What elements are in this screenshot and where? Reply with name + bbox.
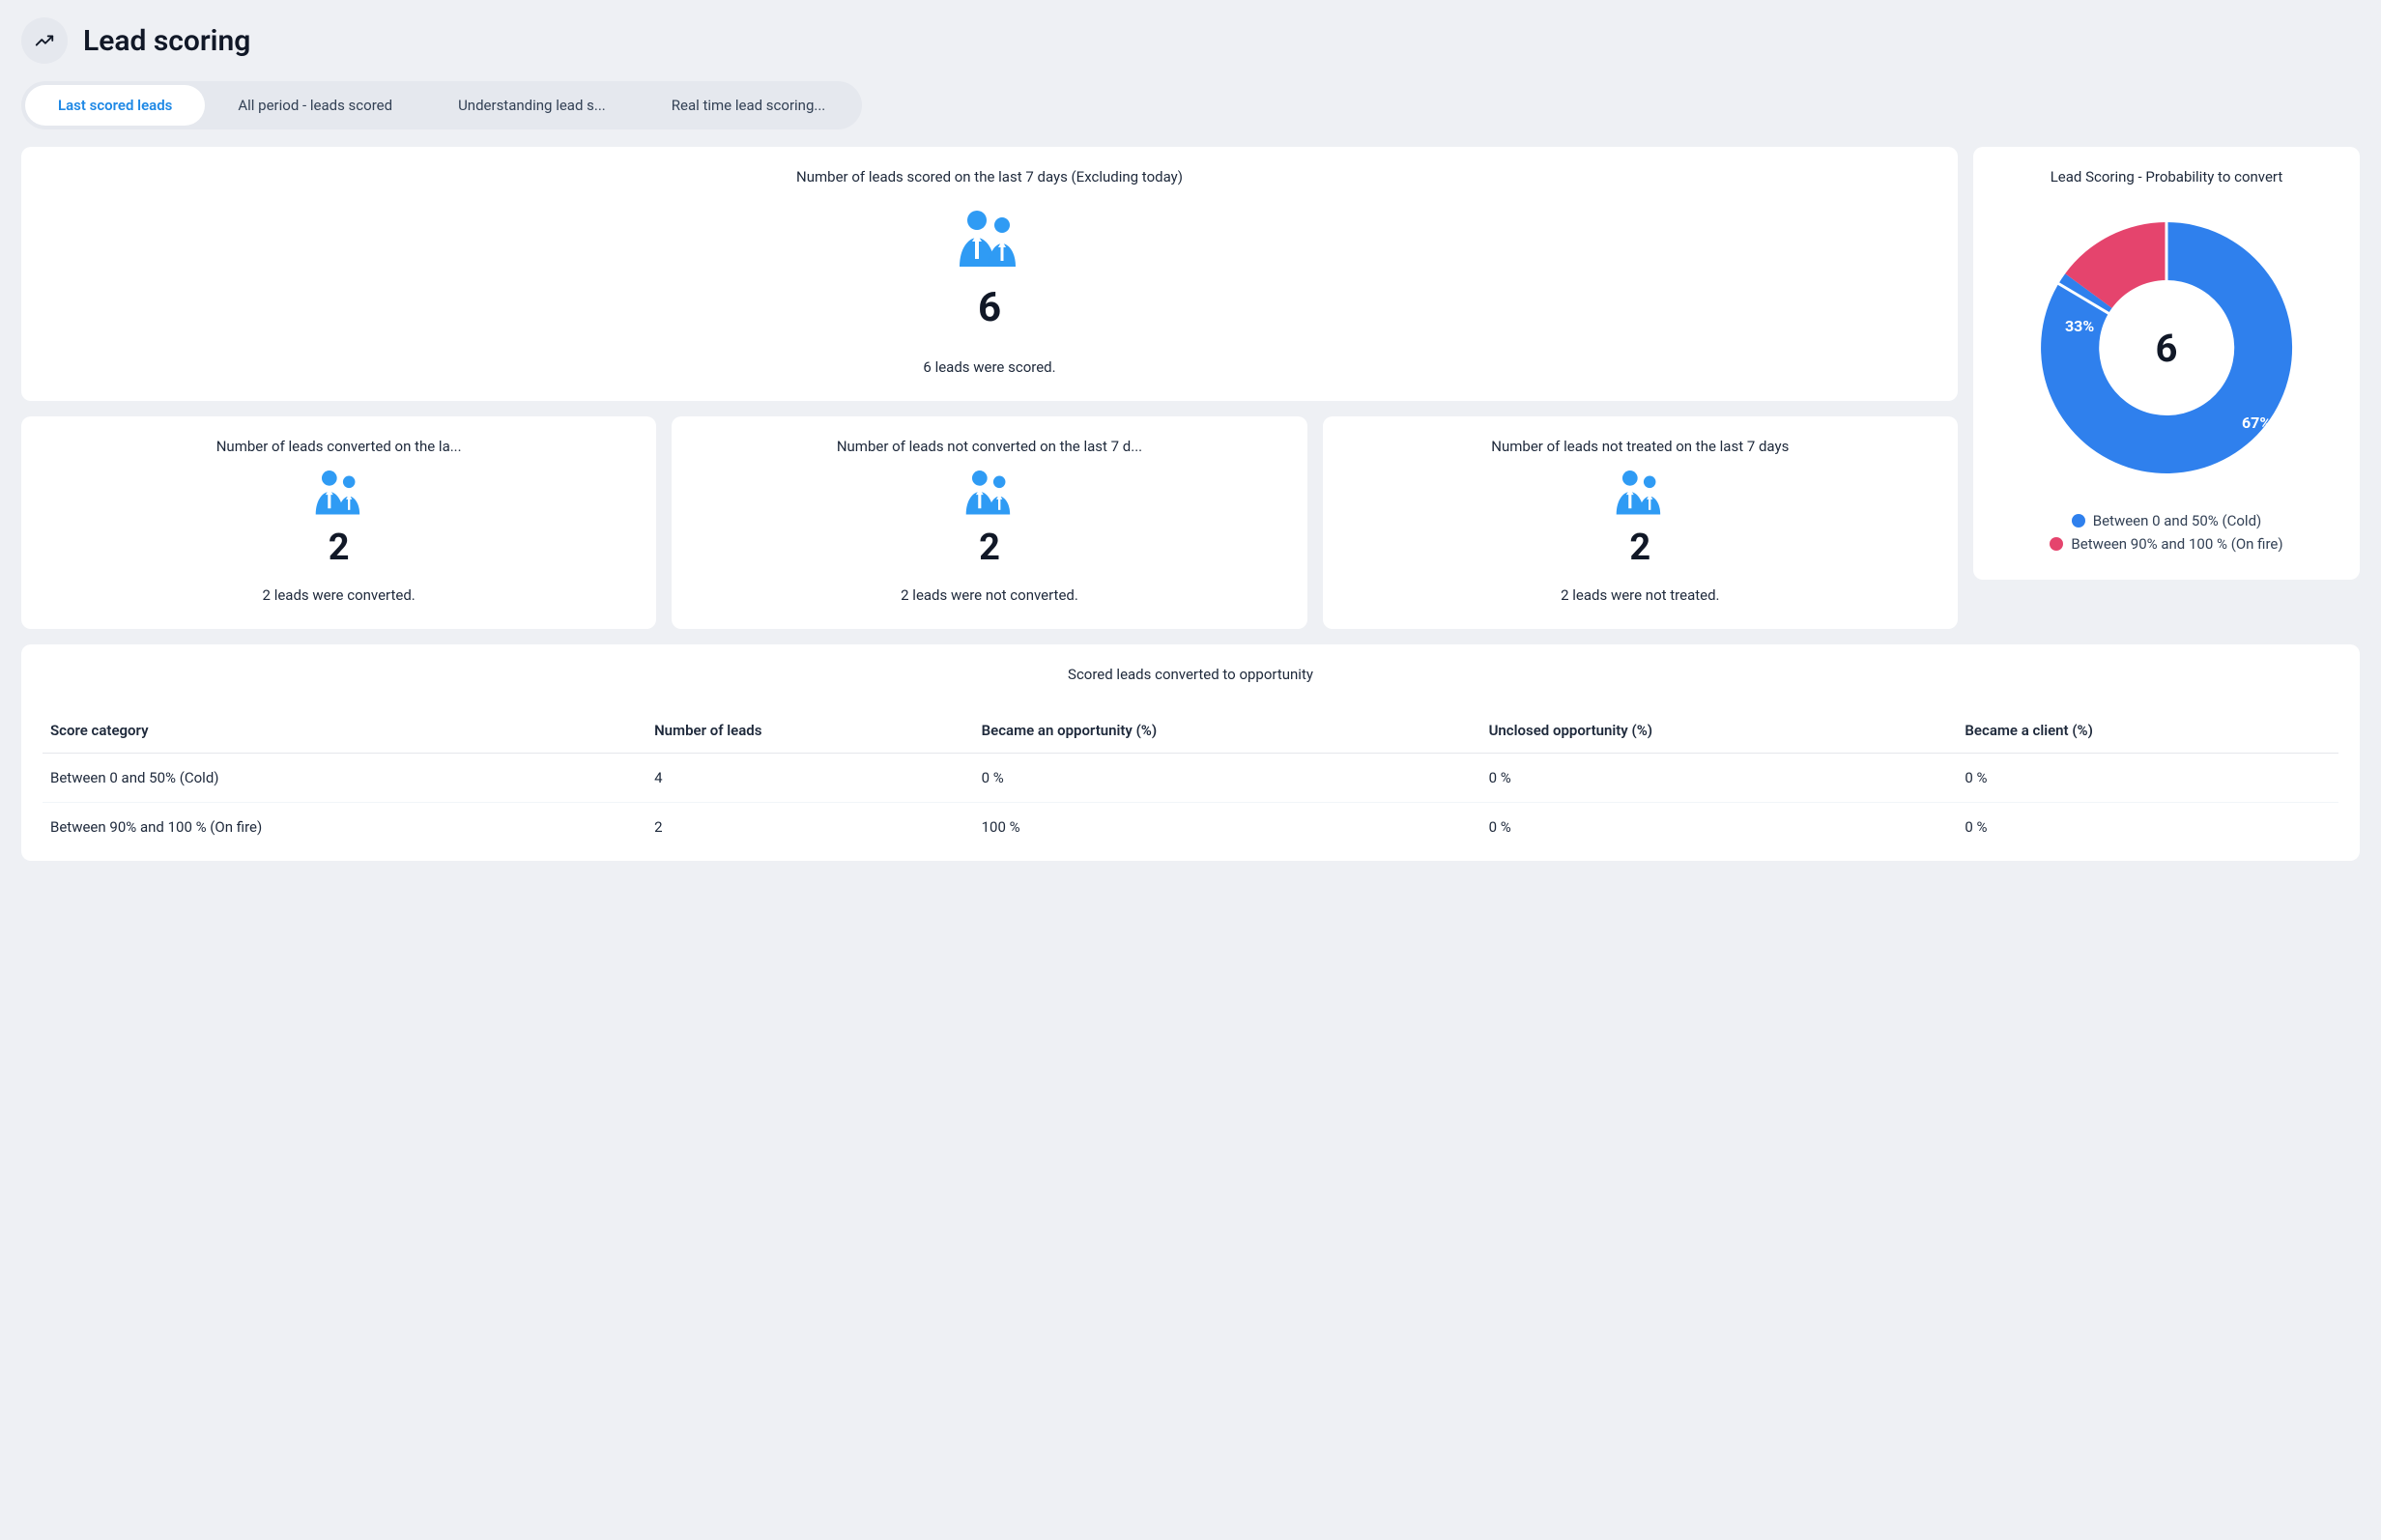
people-icon	[311, 469, 367, 515]
metric-caption: 6 leads were scored.	[41, 358, 1938, 376]
metric-value: 6	[41, 284, 1938, 331]
donut-legend: Between 0 and 50% (Cold) Between 90% and…	[1993, 512, 2340, 553]
legend-label: Between 90% and 100 % (On fire)	[2071, 535, 2282, 553]
chart-line-icon	[21, 17, 68, 64]
card-leads-not-converted: Number of leads not converted on the las…	[672, 416, 1306, 629]
donut-chart: 6 33% 67%	[2022, 203, 2311, 493]
people-icon	[961, 469, 1018, 515]
table-cell: 0 %	[1957, 803, 2338, 852]
donut-seg-label-blue: 67%	[2242, 414, 2271, 432]
card-title: Number of leads not treated on the last …	[1342, 438, 1938, 455]
table-cell: 0 %	[1957, 754, 2338, 803]
people-icon	[954, 209, 1025, 267]
card-leads-not-treated: Number of leads not treated on the last …	[1323, 416, 1958, 629]
legend-dot-icon	[2050, 537, 2063, 551]
metric-caption: 2 leads were not treated.	[1342, 586, 1938, 604]
table-cell: 4	[646, 754, 974, 803]
table-row: Between 0 and 50% (Cold) 4 0 % 0 % 0 %	[43, 754, 2338, 803]
legend-item: Between 90% and 100 % (On fire)	[2050, 535, 2282, 553]
card-title: Number of leads scored on the last 7 day…	[41, 168, 1938, 185]
tab-all-period[interactable]: All period - leads scored	[205, 85, 425, 126]
legend-dot-icon	[2072, 514, 2085, 528]
card-leads-scored-7days: Number of leads scored on the last 7 day…	[21, 147, 1958, 401]
card-title: Number of leads not converted on the las…	[691, 438, 1287, 455]
people-icon	[1612, 469, 1668, 515]
tab-real-time[interactable]: Real time lead scoring...	[639, 85, 859, 126]
tab-bar: Last scored leads All period - leads sco…	[21, 81, 862, 129]
donut-center-value: 6	[2022, 203, 2311, 493]
table-cell: 2	[646, 803, 974, 852]
table-header[interactable]: Number of leads	[646, 708, 974, 754]
metric-value: 2	[41, 527, 637, 569]
legend-item: Between 0 and 50% (Cold)	[2072, 512, 2262, 529]
card-scored-leads-table: Scored leads converted to opportunity Sc…	[21, 644, 2360, 861]
table-header[interactable]: Score category	[43, 708, 646, 754]
table-header[interactable]: Became a client (%)	[1957, 708, 2338, 754]
table-cell: 0 %	[1481, 803, 1958, 852]
metric-caption: 2 leads were not converted.	[691, 586, 1287, 604]
card-title: Number of leads converted on the la...	[41, 438, 637, 455]
table-cell: Between 90% and 100 % (On fire)	[43, 803, 646, 852]
table-header[interactable]: Unclosed opportunity (%)	[1481, 708, 1958, 754]
table-cell: 100 %	[974, 803, 1481, 852]
tab-understanding[interactable]: Understanding lead s...	[425, 85, 639, 126]
table-cell: 0 %	[974, 754, 1481, 803]
metric-value: 2	[1342, 527, 1938, 569]
metric-value: 2	[691, 527, 1287, 569]
card-title: Lead Scoring - Probability to convert	[1993, 168, 2340, 185]
table-title: Scored leads converted to opportunity	[43, 666, 2338, 683]
legend-label: Between 0 and 50% (Cold)	[2093, 512, 2262, 529]
donut-seg-label-red: 33%	[2065, 317, 2094, 335]
page-title: Lead scoring	[83, 24, 250, 58]
metric-caption: 2 leads were converted.	[41, 586, 637, 604]
card-probability-donut: Lead Scoring - Probability to convert 6 …	[1973, 147, 2360, 580]
table-header[interactable]: Became an opportunity (%)	[974, 708, 1481, 754]
opportunity-table: Score category Number of leads Became an…	[43, 708, 2338, 851]
table-row: Between 90% and 100 % (On fire) 2 100 % …	[43, 803, 2338, 852]
table-cell: Between 0 and 50% (Cold)	[43, 754, 646, 803]
tab-last-scored-leads[interactable]: Last scored leads	[25, 85, 205, 126]
card-leads-converted: Number of leads converted on the la... 2	[21, 416, 656, 629]
table-cell: 0 %	[1481, 754, 1958, 803]
